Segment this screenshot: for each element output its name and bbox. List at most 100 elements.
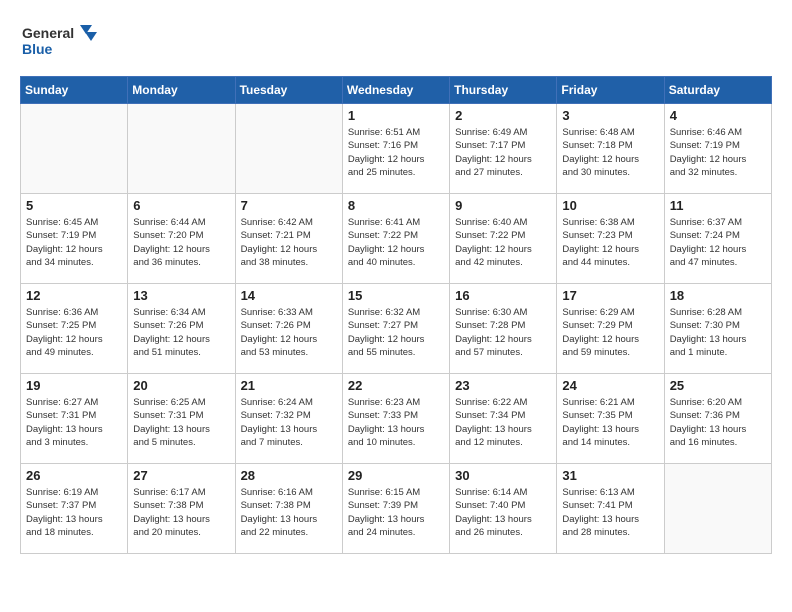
day-info: Sunrise: 6:32 AM Sunset: 7:27 PM Dayligh… xyxy=(348,306,444,359)
calendar-cell: 16 Sunrise: 6:30 AM Sunset: 7:28 PM Dayli… xyxy=(450,284,557,374)
day-info: Sunrise: 6:24 AM Sunset: 7:32 PM Dayligh… xyxy=(241,396,337,449)
calendar-table: SundayMondayTuesdayWednesdayThursdayFrid… xyxy=(20,76,772,554)
calendar-cell: 26 Sunrise: 6:19 AM Sunset: 7:37 PM Dayli… xyxy=(21,464,128,554)
day-number: 17 xyxy=(562,288,658,303)
day-info: Sunrise: 6:37 AM Sunset: 7:24 PM Dayligh… xyxy=(670,216,766,269)
calendar-cell: 7 Sunrise: 6:42 AM Sunset: 7:21 PM Daylig… xyxy=(235,194,342,284)
calendar-cell: 14Sunrise: 6:33 AM Sunset: 7:26 PM Dayli… xyxy=(235,284,342,374)
day-number: 18 xyxy=(670,288,766,303)
page-header: GeneralBlue xyxy=(20,20,772,60)
day-info: Sunrise: 6:48 AM Sunset: 7:18 PM Dayligh… xyxy=(562,126,658,179)
day-info: Sunrise: 6:42 AM Sunset: 7:21 PM Dayligh… xyxy=(241,216,337,269)
svg-text:General: General xyxy=(22,25,74,41)
calendar-cell: 21Sunrise: 6:24 AM Sunset: 7:32 PM Dayli… xyxy=(235,374,342,464)
day-info: Sunrise: 6:19 AM Sunset: 7:37 PM Dayligh… xyxy=(26,486,122,539)
weekday-header-wednesday: Wednesday xyxy=(342,77,449,104)
day-number: 2 xyxy=(455,108,551,123)
calendar-week-4: 19 Sunrise: 6:27 AM Sunset: 7:31 PM Dayli… xyxy=(21,374,772,464)
day-info: Sunrise: 6:16 AM Sunset: 7:38 PM Dayligh… xyxy=(241,486,337,539)
day-number: 31 xyxy=(562,468,658,483)
day-info: Sunrise: 6:40 AM Sunset: 7:22 PM Dayligh… xyxy=(455,216,551,269)
calendar-cell: 1 Sunrise: 6:51 AM Sunset: 7:16 PM Daylig… xyxy=(342,104,449,194)
calendar-week-1: 1 Sunrise: 6:51 AM Sunset: 7:16 PM Daylig… xyxy=(21,104,772,194)
logo-icon: GeneralBlue xyxy=(20,20,100,60)
calendar-cell: 13 Sunrise: 6:34 AM Sunset: 7:26 PM Dayli… xyxy=(128,284,235,374)
calendar-cell: 12Sunrise: 6:36 AM Sunset: 7:25 PM Dayli… xyxy=(21,284,128,374)
calendar-cell: 3 Sunrise: 6:48 AM Sunset: 7:18 PM Daylig… xyxy=(557,104,664,194)
day-info: Sunrise: 6:20 AM Sunset: 7:36 PM Dayligh… xyxy=(670,396,766,449)
day-info: Sunrise: 6:28 AM Sunset: 7:30 PM Dayligh… xyxy=(670,306,766,359)
day-number: 16 xyxy=(455,288,551,303)
calendar-cell xyxy=(664,464,771,554)
day-number: 15 xyxy=(348,288,444,303)
day-number: 20 xyxy=(133,378,229,393)
calendar-cell: 6Sunrise: 6:44 AM Sunset: 7:20 PM Daylig… xyxy=(128,194,235,284)
day-info: Sunrise: 6:49 AM Sunset: 7:17 PM Dayligh… xyxy=(455,126,551,179)
day-info: Sunrise: 6:17 AM Sunset: 7:38 PM Dayligh… xyxy=(133,486,229,539)
calendar-week-3: 12Sunrise: 6:36 AM Sunset: 7:25 PM Dayli… xyxy=(21,284,772,374)
day-number: 13 xyxy=(133,288,229,303)
day-number: 5 xyxy=(26,198,122,213)
day-number: 28 xyxy=(241,468,337,483)
calendar-cell: 28 Sunrise: 6:16 AM Sunset: 7:38 PM Dayli… xyxy=(235,464,342,554)
day-info: Sunrise: 6:14 AM Sunset: 7:40 PM Dayligh… xyxy=(455,486,551,539)
day-info: Sunrise: 6:45 AM Sunset: 7:19 PM Dayligh… xyxy=(26,216,122,269)
day-info: Sunrise: 6:25 AM Sunset: 7:31 PM Dayligh… xyxy=(133,396,229,449)
day-info: Sunrise: 6:29 AM Sunset: 7:29 PM Dayligh… xyxy=(562,306,658,359)
day-info: Sunrise: 6:38 AM Sunset: 7:23 PM Dayligh… xyxy=(562,216,658,269)
calendar-week-2: 5 Sunrise: 6:45 AM Sunset: 7:19 PM Daylig… xyxy=(21,194,772,284)
day-number: 24 xyxy=(562,378,658,393)
logo: GeneralBlue xyxy=(20,20,100,60)
day-number: 25 xyxy=(670,378,766,393)
calendar-cell: 2 Sunrise: 6:49 AM Sunset: 7:17 PM Daylig… xyxy=(450,104,557,194)
day-number: 4 xyxy=(670,108,766,123)
day-info: Sunrise: 6:22 AM Sunset: 7:34 PM Dayligh… xyxy=(455,396,551,449)
weekday-header-row: SundayMondayTuesdayWednesdayThursdayFrid… xyxy=(21,77,772,104)
day-info: Sunrise: 6:13 AM Sunset: 7:41 PM Dayligh… xyxy=(562,486,658,539)
day-info: Sunrise: 6:15 AM Sunset: 7:39 PM Dayligh… xyxy=(348,486,444,539)
day-info: Sunrise: 6:23 AM Sunset: 7:33 PM Dayligh… xyxy=(348,396,444,449)
calendar-cell: 18 Sunrise: 6:28 AM Sunset: 7:30 PM Dayli… xyxy=(664,284,771,374)
day-number: 9 xyxy=(455,198,551,213)
day-info: Sunrise: 6:34 AM Sunset: 7:26 PM Dayligh… xyxy=(133,306,229,359)
day-number: 11 xyxy=(670,198,766,213)
calendar-cell: 15 Sunrise: 6:32 AM Sunset: 7:27 PM Dayli… xyxy=(342,284,449,374)
day-info: Sunrise: 6:21 AM Sunset: 7:35 PM Dayligh… xyxy=(562,396,658,449)
weekday-header-friday: Friday xyxy=(557,77,664,104)
weekday-header-monday: Monday xyxy=(128,77,235,104)
day-info: Sunrise: 6:51 AM Sunset: 7:16 PM Dayligh… xyxy=(348,126,444,179)
calendar-cell: 20 Sunrise: 6:25 AM Sunset: 7:31 PM Dayli… xyxy=(128,374,235,464)
day-info: Sunrise: 6:30 AM Sunset: 7:28 PM Dayligh… xyxy=(455,306,551,359)
day-number: 6 xyxy=(133,198,229,213)
calendar-cell: 17 Sunrise: 6:29 AM Sunset: 7:29 PM Dayli… xyxy=(557,284,664,374)
day-number: 7 xyxy=(241,198,337,213)
day-number: 1 xyxy=(348,108,444,123)
calendar-cell xyxy=(21,104,128,194)
calendar-cell: 30Sunrise: 6:14 AM Sunset: 7:40 PM Dayli… xyxy=(450,464,557,554)
weekday-header-tuesday: Tuesday xyxy=(235,77,342,104)
day-number: 3 xyxy=(562,108,658,123)
calendar-cell: 27 Sunrise: 6:17 AM Sunset: 7:38 PM Dayli… xyxy=(128,464,235,554)
day-number: 22 xyxy=(348,378,444,393)
day-number: 14 xyxy=(241,288,337,303)
day-number: 19 xyxy=(26,378,122,393)
day-number: 8 xyxy=(348,198,444,213)
calendar-cell: 10 Sunrise: 6:38 AM Sunset: 7:23 PM Dayli… xyxy=(557,194,664,284)
svg-text:Blue: Blue xyxy=(22,41,53,57)
day-number: 29 xyxy=(348,468,444,483)
calendar-cell: 8 Sunrise: 6:41 AM Sunset: 7:22 PM Daylig… xyxy=(342,194,449,284)
day-number: 23 xyxy=(455,378,551,393)
day-number: 26 xyxy=(26,468,122,483)
calendar-cell: 4 Sunrise: 6:46 AM Sunset: 7:19 PM Daylig… xyxy=(664,104,771,194)
weekday-header-saturday: Saturday xyxy=(664,77,771,104)
day-info: Sunrise: 6:41 AM Sunset: 7:22 PM Dayligh… xyxy=(348,216,444,269)
day-info: Sunrise: 6:46 AM Sunset: 7:19 PM Dayligh… xyxy=(670,126,766,179)
day-number: 10 xyxy=(562,198,658,213)
day-number: 27 xyxy=(133,468,229,483)
calendar-cell: 11 Sunrise: 6:37 AM Sunset: 7:24 PM Dayli… xyxy=(664,194,771,284)
calendar-cell xyxy=(235,104,342,194)
calendar-cell: 29 Sunrise: 6:15 AM Sunset: 7:39 PM Dayli… xyxy=(342,464,449,554)
weekday-header-sunday: Sunday xyxy=(21,77,128,104)
day-info: Sunrise: 6:27 AM Sunset: 7:31 PM Dayligh… xyxy=(26,396,122,449)
day-info: Sunrise: 6:36 AM Sunset: 7:25 PM Dayligh… xyxy=(26,306,122,359)
